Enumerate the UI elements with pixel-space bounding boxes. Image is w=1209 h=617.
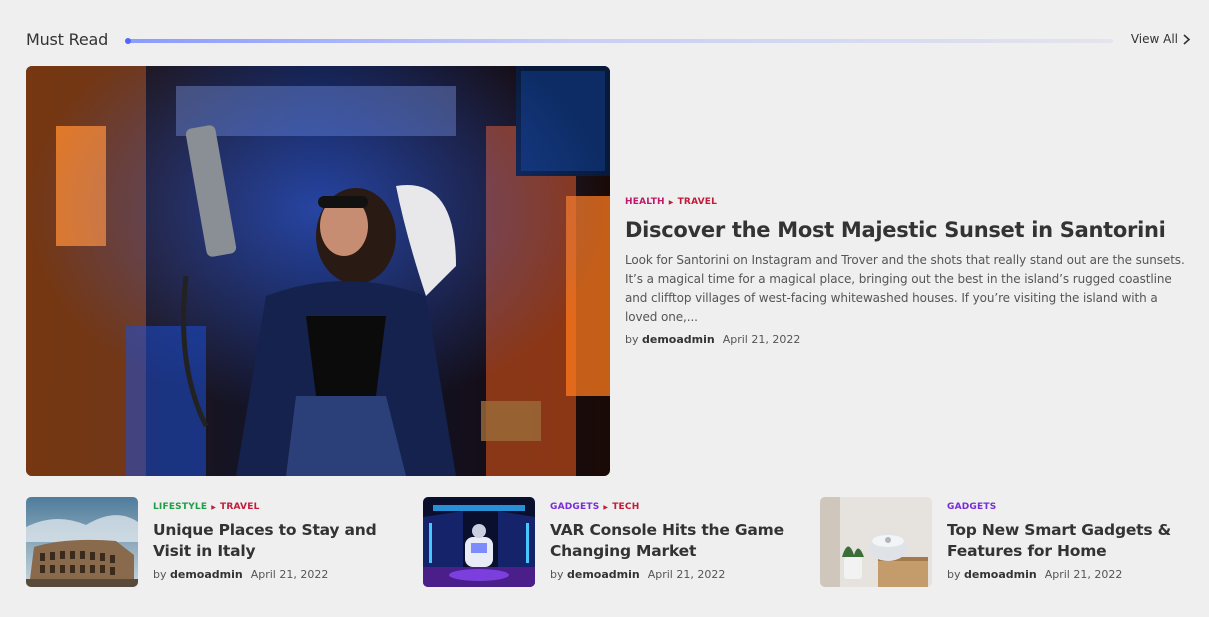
category-travel[interactable]: TRAVEL [678, 197, 717, 207]
card-body: GADGETS Top New Smart Gadgets & Features… [947, 502, 1187, 581]
hero-title[interactable]: Discover the Most Majestic Sunset in San… [625, 217, 1185, 243]
section-divider-dot [125, 38, 131, 44]
card-meta: by demoadmin April 21, 2022 [550, 568, 790, 581]
card-image[interactable] [423, 497, 535, 587]
category-health[interactable]: HEALTH [625, 197, 665, 207]
card-photo-vr-console [423, 497, 535, 587]
article-card: GADGETS ▶ TECH VAR Console Hits the Game… [423, 497, 793, 589]
article-card: GADGETS Top New Smart Gadgets & Features… [820, 497, 1190, 589]
author-link[interactable]: demoadmin [170, 568, 243, 581]
card-title[interactable]: Top New Smart Gadgets & Features for Hom… [947, 520, 1187, 562]
hero-image[interactable] [26, 66, 610, 476]
card-body: LIFESTYLE ▶ TRAVEL Unique Places to Stay… [153, 502, 393, 581]
hero-photo-arcade [26, 66, 610, 476]
hero-excerpt: Look for Santorini on Instagram and Trov… [625, 253, 1185, 324]
category-lifestyle[interactable]: LIFESTYLE [153, 502, 207, 512]
author-link[interactable]: demoadmin [642, 333, 715, 346]
card-image[interactable] [820, 497, 932, 587]
byline-prefix: by [153, 568, 167, 581]
card-image[interactable] [26, 497, 138, 587]
article-card: LIFESTYLE ▶ TRAVEL Unique Places to Stay… [26, 497, 396, 589]
card-categories: GADGETS ▶ TECH [550, 502, 790, 512]
card-photo-colosseum [26, 497, 138, 587]
post-date: April 21, 2022 [722, 333, 801, 346]
card-meta: by demoadmin April 21, 2022 [153, 568, 393, 581]
category-travel[interactable]: TRAVEL [220, 502, 259, 512]
post-date: April 21, 2022 [1044, 568, 1123, 581]
category-gadgets[interactable]: GADGETS [947, 502, 996, 512]
author-link[interactable]: demoadmin [567, 568, 640, 581]
byline-prefix: by [550, 568, 564, 581]
card-meta: by demoadmin April 21, 2022 [947, 568, 1187, 581]
byline-prefix: by [947, 568, 961, 581]
section-title: Must Read [26, 30, 109, 49]
card-categories: GADGETS [947, 502, 1187, 512]
triangle-right-icon: ▶ [211, 503, 217, 511]
author-link[interactable]: demoadmin [964, 568, 1037, 581]
byline-prefix: by [625, 333, 639, 346]
view-all-link[interactable]: View All [1131, 32, 1191, 46]
card-photo-smart-speaker [820, 497, 932, 587]
card-body: GADGETS ▶ TECH VAR Console Hits the Game… [550, 502, 790, 581]
triangle-right-icon: ▶ [603, 503, 609, 511]
triangle-right-icon: ▶ [668, 198, 674, 206]
view-all-label: View All [1130, 32, 1178, 46]
section-header: Must Read View All [26, 30, 1191, 52]
card-title[interactable]: Unique Places to Stay and Visit in Italy [153, 520, 393, 562]
hero-meta: by demoadmin April 21, 2022 [625, 333, 1185, 346]
card-title[interactable]: VAR Console Hits the Game Changing Marke… [550, 520, 790, 562]
post-date: April 21, 2022 [647, 568, 726, 581]
category-tech[interactable]: TECH [612, 502, 639, 512]
section-divider-bar [129, 39, 1113, 43]
post-date: April 21, 2022 [250, 568, 329, 581]
category-gadgets[interactable]: GADGETS [550, 502, 599, 512]
hero-categories: HEALTH ▶ TRAVEL [625, 197, 1185, 207]
chevron-right-icon [1183, 33, 1191, 45]
card-categories: LIFESTYLE ▶ TRAVEL [153, 502, 393, 512]
hero-article: HEALTH ▶ TRAVEL Discover the Most Majest… [625, 197, 1185, 346]
section-divider [125, 38, 1115, 44]
